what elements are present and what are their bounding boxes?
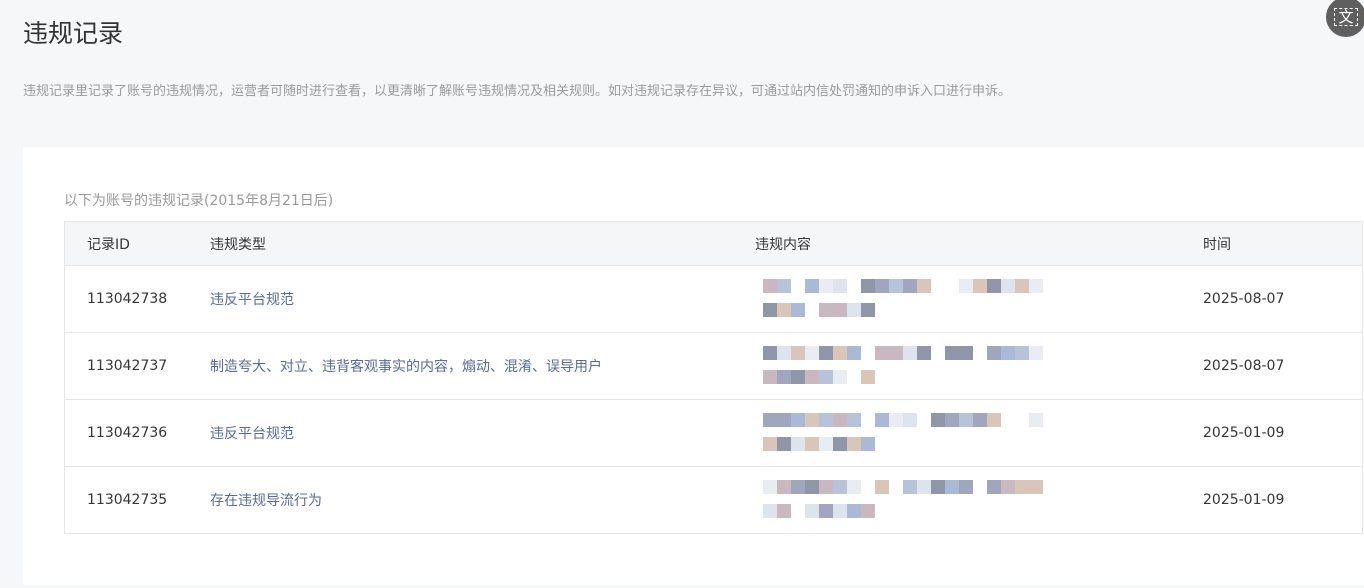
- violation-content-blurred: [754, 466, 1202, 534]
- table-row: 113042736 违反平台规范 2025-01-09: [64, 399, 1363, 467]
- violation-type-link[interactable]: 制造夸大、对立、违背客观事实的内容，煽动、混淆、误导用户: [209, 332, 754, 400]
- table-row: 113042735 存在违规导流行为 2025-01-09: [64, 466, 1363, 534]
- violation-type-link[interactable]: 存在违规导流行为: [209, 466, 754, 534]
- violation-content-blurred: [754, 332, 1202, 400]
- translate-icon: 文: [1334, 8, 1358, 26]
- page-description: 违规记录里记录了账号的违规情况，运营者可随时进行查看，以更清晰了解账号违规情况及…: [23, 84, 1012, 99]
- record-id: 113042738: [64, 265, 209, 333]
- violation-content-blurred: [754, 265, 1202, 333]
- column-header-id: 记录ID: [64, 221, 209, 266]
- mosaic-blur: [755, 273, 1075, 325]
- violation-content-blurred: [754, 399, 1202, 467]
- record-time: 2025-08-07: [1202, 332, 1363, 400]
- record-id: 113042735: [64, 466, 209, 534]
- table-row: 113042738 违反平台规范 2025-08-07: [64, 265, 1363, 333]
- violation-type-link[interactable]: 违反平台规范: [209, 265, 754, 333]
- record-time: 2025-01-09: [1202, 466, 1363, 534]
- records-table: 记录ID 违规类型 违规内容 时间 113042738 违反平台规范 2025-…: [64, 221, 1363, 534]
- translate-button[interactable]: 文: [1326, 0, 1364, 37]
- record-time: 2025-08-07: [1202, 265, 1363, 333]
- mosaic-blur: [755, 340, 1075, 392]
- violation-type-link[interactable]: 违反平台规范: [209, 399, 754, 467]
- table-row: 113042737 制造夸大、对立、违背客观事实的内容，煽动、混淆、误导用户 2…: [64, 332, 1363, 400]
- record-id: 113042736: [64, 399, 209, 467]
- records-caption: 以下为账号的违规记录(2015年8月21日后): [64, 193, 334, 209]
- mosaic-blur: [755, 407, 1075, 459]
- records-card: 以下为账号的违规记录(2015年8月21日后) 记录ID 违规类型 违规内容 时…: [23, 147, 1364, 585]
- mosaic-blur: [755, 474, 1075, 526]
- page-title: 违规记录: [23, 19, 124, 48]
- column-header-time: 时间: [1202, 221, 1363, 266]
- column-header-type: 违规类型: [209, 221, 754, 266]
- column-header-content: 违规内容: [754, 221, 1202, 266]
- record-id: 113042737: [64, 332, 209, 400]
- record-time: 2025-01-09: [1202, 399, 1363, 467]
- table-header: 记录ID 违规类型 违规内容 时间: [64, 221, 1363, 266]
